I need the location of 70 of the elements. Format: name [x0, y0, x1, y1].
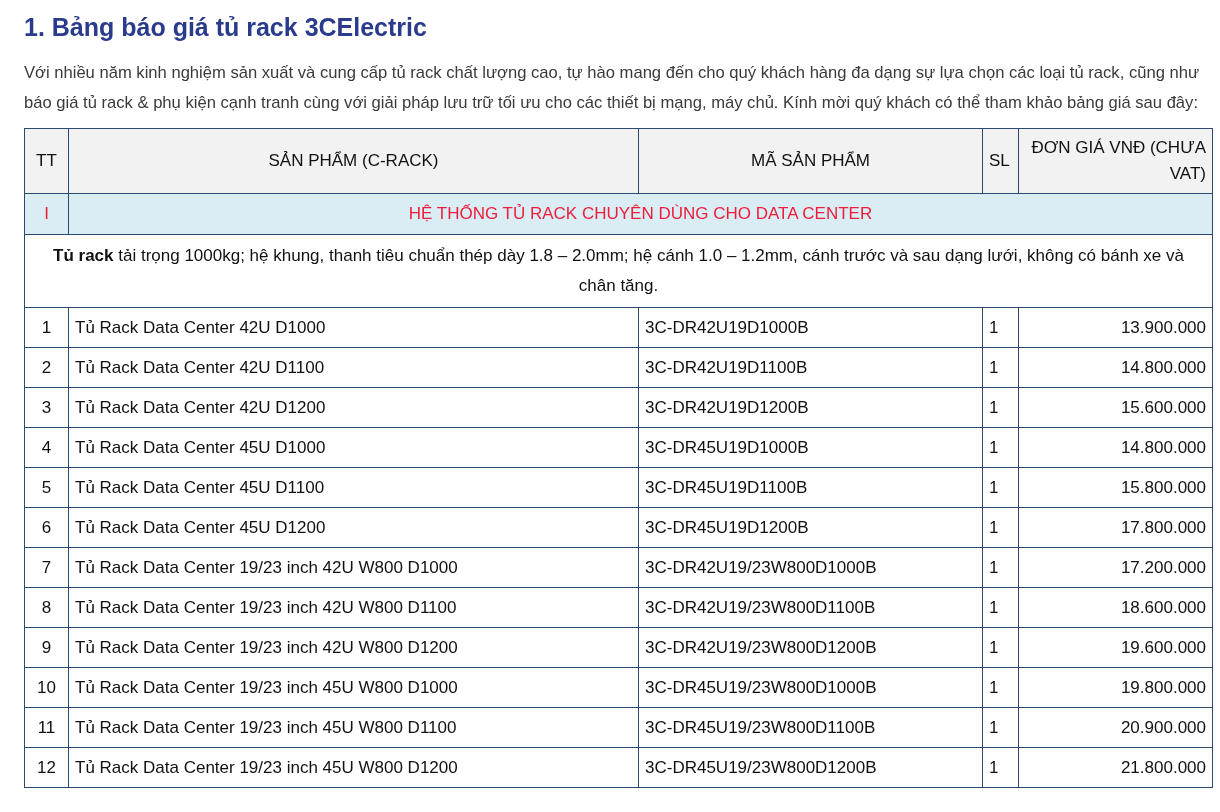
column-header: TT: [24, 128, 69, 194]
product-name: Tủ Rack Data Center 42U D1100: [68, 347, 639, 388]
section-title: HỆ THỐNG TỦ RACK CHUYÊN DÙNG CHO DATA CENTER: [68, 193, 1213, 235]
product-code: 3C-DR45U19/23W800D1100B: [638, 707, 983, 748]
product-name: Tủ Rack Data Center 19/23 inch 45U W800 D1200: [68, 747, 639, 788]
unit-price: 19.600.000: [1018, 627, 1213, 668]
description-text: Tủ rack tải trọng 1000kg; hệ khung, thanh tiêu chuẩn thép dày 1.8 – 2.0mm; hệ cánh 1.0 – 1.2mm, cánh trước và sau dạng lưới, không có bánh xe và chân tăng.: [24, 234, 1213, 308]
unit-price: 13.900.000: [1018, 307, 1213, 348]
product-name: Tủ Rack Data Center 45U D1000: [68, 427, 639, 468]
quantity: 1: [982, 587, 1019, 628]
product-code: 3C-DR42U19D1100B: [638, 347, 983, 388]
unit-price: 17.800.000: [1018, 507, 1213, 548]
unit-price: 15.800.000: [1018, 467, 1213, 508]
product-name: Tủ Rack Data Center 42U D1200: [68, 387, 639, 428]
unit-price: 15.600.000: [1018, 387, 1213, 428]
row-number: 12: [24, 747, 69, 788]
product-code: 3C-DR42U19D1000B: [638, 307, 983, 348]
product-code: 3C-DR42U19/23W800D1000B: [638, 547, 983, 588]
product-name: Tủ Rack Data Center 42U D1000: [68, 307, 639, 348]
quantity: 1: [982, 747, 1019, 788]
product-code: 3C-DR42U19/23W800D1200B: [638, 627, 983, 668]
unit-price: 17.200.000: [1018, 547, 1213, 588]
column-header: ĐƠN GIÁ VNĐ (CHƯA VAT): [1018, 128, 1213, 194]
row-number: 1: [24, 307, 69, 348]
quantity: 1: [982, 507, 1019, 548]
column-header: SẢN PHẨM (C-RACK): [68, 128, 639, 194]
row-number: 7: [24, 547, 69, 588]
quantity: 1: [982, 307, 1019, 348]
column-header: SL: [982, 128, 1019, 194]
product-code: 3C-DR42U19/23W800D1100B: [638, 587, 983, 628]
unit-price: 18.600.000: [1018, 587, 1213, 628]
row-number: 4: [24, 427, 69, 468]
product-name: Tủ Rack Data Center 19/23 inch 42U W800 D1000: [68, 547, 639, 588]
product-code: 3C-DR45U19D1200B: [638, 507, 983, 548]
quantity: 1: [982, 427, 1019, 468]
quantity: 1: [982, 707, 1019, 748]
product-name: Tủ Rack Data Center 19/23 inch 45U W800 D1100: [68, 707, 639, 748]
row-number: 2: [24, 347, 69, 388]
intro-paragraph: Với nhiều năm kinh nghiệm sản xuất và cung cấp tủ rack chất lượng cao, tự hào mang đến cho quý khách hàng đa dạng sự lựa chọn các loại tủ rack, cũng như báo giá tủ rack & phụ kiện cạnh tranh cùng với giải pháp lưu trữ tối ưu cho các thiết bị mạng, máy chủ. Kính mời quý khách có thể tham khảo bảng giá sau đây:: [24, 62, 1201, 114]
product-name: Tủ Rack Data Center 45U D1100: [68, 467, 639, 508]
quantity: 1: [982, 347, 1019, 388]
row-number: 10: [24, 667, 69, 708]
row-number: 9: [24, 627, 69, 668]
unit-price: 19.800.000: [1018, 667, 1213, 708]
product-code: 3C-DR42U19D1200B: [638, 387, 983, 428]
quantity: 1: [982, 547, 1019, 588]
section-number: I: [24, 193, 69, 235]
row-number: 8: [24, 587, 69, 628]
quantity: 1: [982, 467, 1019, 508]
product-name: Tủ Rack Data Center 19/23 inch 45U W800 D1000: [68, 667, 639, 708]
product-code: 3C-DR45U19D1100B: [638, 467, 983, 508]
quantity: 1: [982, 667, 1019, 708]
unit-price: 20.900.000: [1018, 707, 1213, 748]
page-heading: 1. Bảng báo giá tủ rack 3CElectric: [24, 12, 428, 43]
product-name: Tủ Rack Data Center 19/23 inch 42U W800 D1200: [68, 627, 639, 668]
product-name: Tủ Rack Data Center 45U D1200: [68, 507, 639, 548]
unit-price: 14.800.000: [1018, 347, 1213, 388]
row-number: 3: [24, 387, 69, 428]
unit-price: 21.800.000: [1018, 747, 1213, 788]
row-number: 11: [24, 707, 69, 748]
product-name: Tủ Rack Data Center 19/23 inch 42U W800 D1100: [68, 587, 639, 628]
quantity: 1: [982, 627, 1019, 668]
column-header: MÃ SẢN PHẨM: [638, 128, 983, 194]
product-code: 3C-DR45U19/23W800D1200B: [638, 747, 983, 788]
quantity: 1: [982, 387, 1019, 428]
row-number: 5: [24, 467, 69, 508]
unit-price: 14.800.000: [1018, 427, 1213, 468]
product-code: 3C-DR45U19/23W800D1000B: [638, 667, 983, 708]
row-number: 6: [24, 507, 69, 548]
product-code: 3C-DR45U19D1000B: [638, 427, 983, 468]
